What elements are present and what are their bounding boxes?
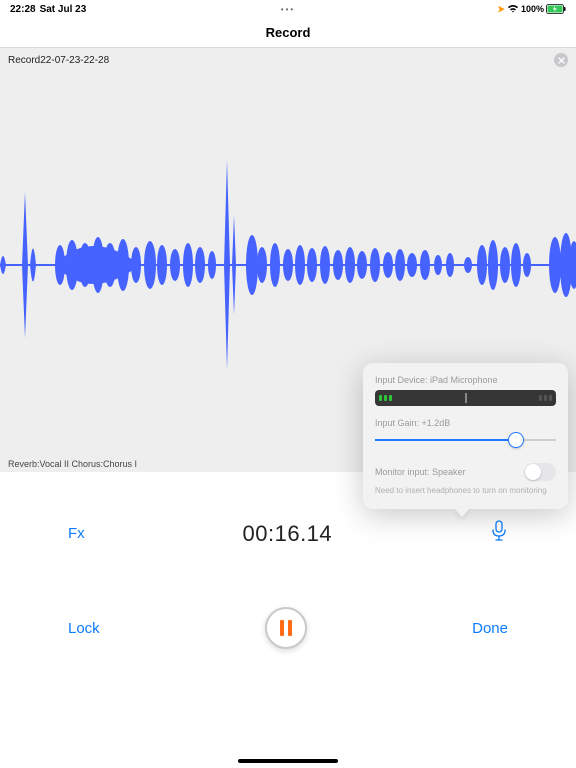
recording-title-row: Record22-07-23-22-28	[0, 48, 576, 72]
monitor-input-label: Monitor input: Speaker	[375, 467, 466, 477]
battery-percent: 100%	[521, 4, 544, 14]
lock-button[interactable]: Lock	[68, 620, 100, 637]
status-right: ➤ 100%	[497, 4, 566, 15]
level-center-divider	[465, 393, 467, 403]
status-left: 22:28 Sat Jul 23	[10, 4, 86, 15]
input-popover: Input Device: iPad Microphone Input Gain…	[363, 363, 568, 509]
status-date: Sat Jul 23	[40, 4, 87, 15]
level-left-active	[379, 395, 392, 401]
slider-fill	[375, 439, 516, 441]
monitor-toggle[interactable]	[524, 463, 556, 481]
wifi-icon	[507, 4, 519, 15]
page-title: Record	[266, 25, 311, 40]
clear-name-button[interactable]	[554, 53, 568, 67]
record-pause-button[interactable]	[265, 607, 307, 649]
battery-icon	[546, 4, 566, 14]
level-right-inactive	[539, 395, 552, 401]
timer-display: 00:16.14	[243, 521, 333, 547]
input-gain-slider[interactable]	[375, 433, 556, 447]
slider-thumb[interactable]	[508, 432, 524, 448]
mic-button[interactable]	[490, 520, 508, 547]
location-icon: ➤	[497, 4, 505, 15]
fx-button[interactable]: Fx	[68, 525, 85, 542]
status-center-dots: •••	[281, 5, 295, 14]
effects-label: Reverb:Vocal II Chorus:Chorus I	[8, 459, 137, 469]
recording-name[interactable]: Record22-07-23-22-28	[8, 55, 109, 66]
microphone-icon	[490, 520, 508, 542]
done-button[interactable]: Done	[472, 620, 508, 637]
monitor-hint: Need to insert headphones to turn on mon…	[375, 486, 556, 495]
input-device-label: Input Device: iPad Microphone	[375, 375, 556, 385]
input-level-meter	[375, 390, 556, 406]
nav-header: Record	[0, 18, 576, 48]
status-bar: 22:28 Sat Jul 23 ••• ➤ 100%	[0, 0, 576, 18]
status-time: 22:28	[10, 4, 36, 15]
pause-icon	[280, 620, 292, 636]
input-gain-label: Input Gain: +1.2dB	[375, 418, 556, 428]
home-indicator[interactable]	[238, 759, 338, 763]
